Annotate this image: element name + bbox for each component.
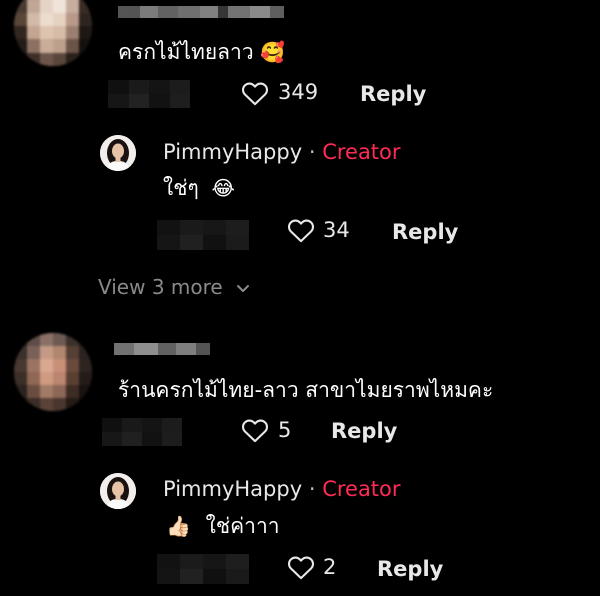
commenter-avatar-2[interactable] — [14, 333, 92, 411]
view-more-replies-button[interactable]: View 3 more — [98, 275, 251, 299]
like-count: 5 — [278, 418, 292, 442]
chevron-down-icon — [237, 284, 250, 292]
commenter-avatar-1[interactable] — [14, 0, 92, 66]
heart-outline-icon[interactable] — [287, 554, 315, 580]
separator-dot: · — [308, 477, 316, 501]
reply-author-line: PimmyHappy · Creator — [163, 477, 401, 501]
author-name[interactable]: PimmyHappy — [163, 477, 302, 501]
reply-button[interactable]: Reply — [331, 419, 397, 443]
like-count: 2 — [323, 555, 337, 579]
comment-text: ครกไม้ไทยลาว — [118, 40, 254, 64]
reply-button[interactable]: Reply — [377, 557, 443, 581]
reply-text: ใช่ค่าาา — [205, 514, 280, 538]
reply-author-line: PimmyHappy · Creator — [163, 140, 401, 164]
comment-text: ร้านครกไม้ไทย-ลาว สาขาไมยราพไหมคะ — [118, 378, 494, 402]
like-count: 34 — [323, 218, 350, 242]
heart-outline-icon[interactable] — [241, 417, 269, 443]
comment-text-2: ร้านครกไม้ไทย-ลาว สาขาไมยราพไหมคะ — [118, 374, 493, 407]
creator-badge: Creator — [322, 140, 401, 164]
comment-text-1: ครกไม้ไทยลาว 🥰 — [118, 36, 285, 69]
reply-button[interactable]: Reply — [392, 220, 458, 244]
tears-of-joy-emoji: 😂 — [211, 176, 235, 200]
comment-date-2 — [102, 418, 182, 446]
creator-avatar[interactable] — [100, 135, 136, 171]
thumbs-up-emoji: 👍🏻 — [166, 514, 191, 538]
creator-avatar[interactable] — [100, 473, 136, 509]
smiling-face-with-hearts-emoji: 🥰 — [260, 40, 286, 64]
heart-outline-icon[interactable] — [241, 80, 269, 106]
reply-date-2 — [157, 554, 249, 584]
commenter-username-1[interactable] — [118, 6, 284, 18]
reply-text: ใช่ๆ — [163, 176, 199, 200]
reply-button[interactable]: Reply — [360, 82, 426, 106]
heart-outline-icon[interactable] — [287, 217, 315, 243]
creator-badge: Creator — [322, 477, 401, 501]
separator-dot: · — [308, 140, 316, 164]
author-name[interactable]: PimmyHappy — [163, 140, 302, 164]
commenter-username-2[interactable] — [114, 343, 210, 355]
comment-date-1 — [108, 80, 190, 108]
view-more-label: View 3 more — [98, 275, 223, 299]
reply-text-2: 👍🏻 ใช่ค่าาา — [166, 510, 280, 543]
like-count: 349 — [278, 80, 319, 104]
reply-text-1: ใช่ๆ 😂 — [163, 172, 235, 205]
reply-date-1 — [157, 220, 249, 250]
